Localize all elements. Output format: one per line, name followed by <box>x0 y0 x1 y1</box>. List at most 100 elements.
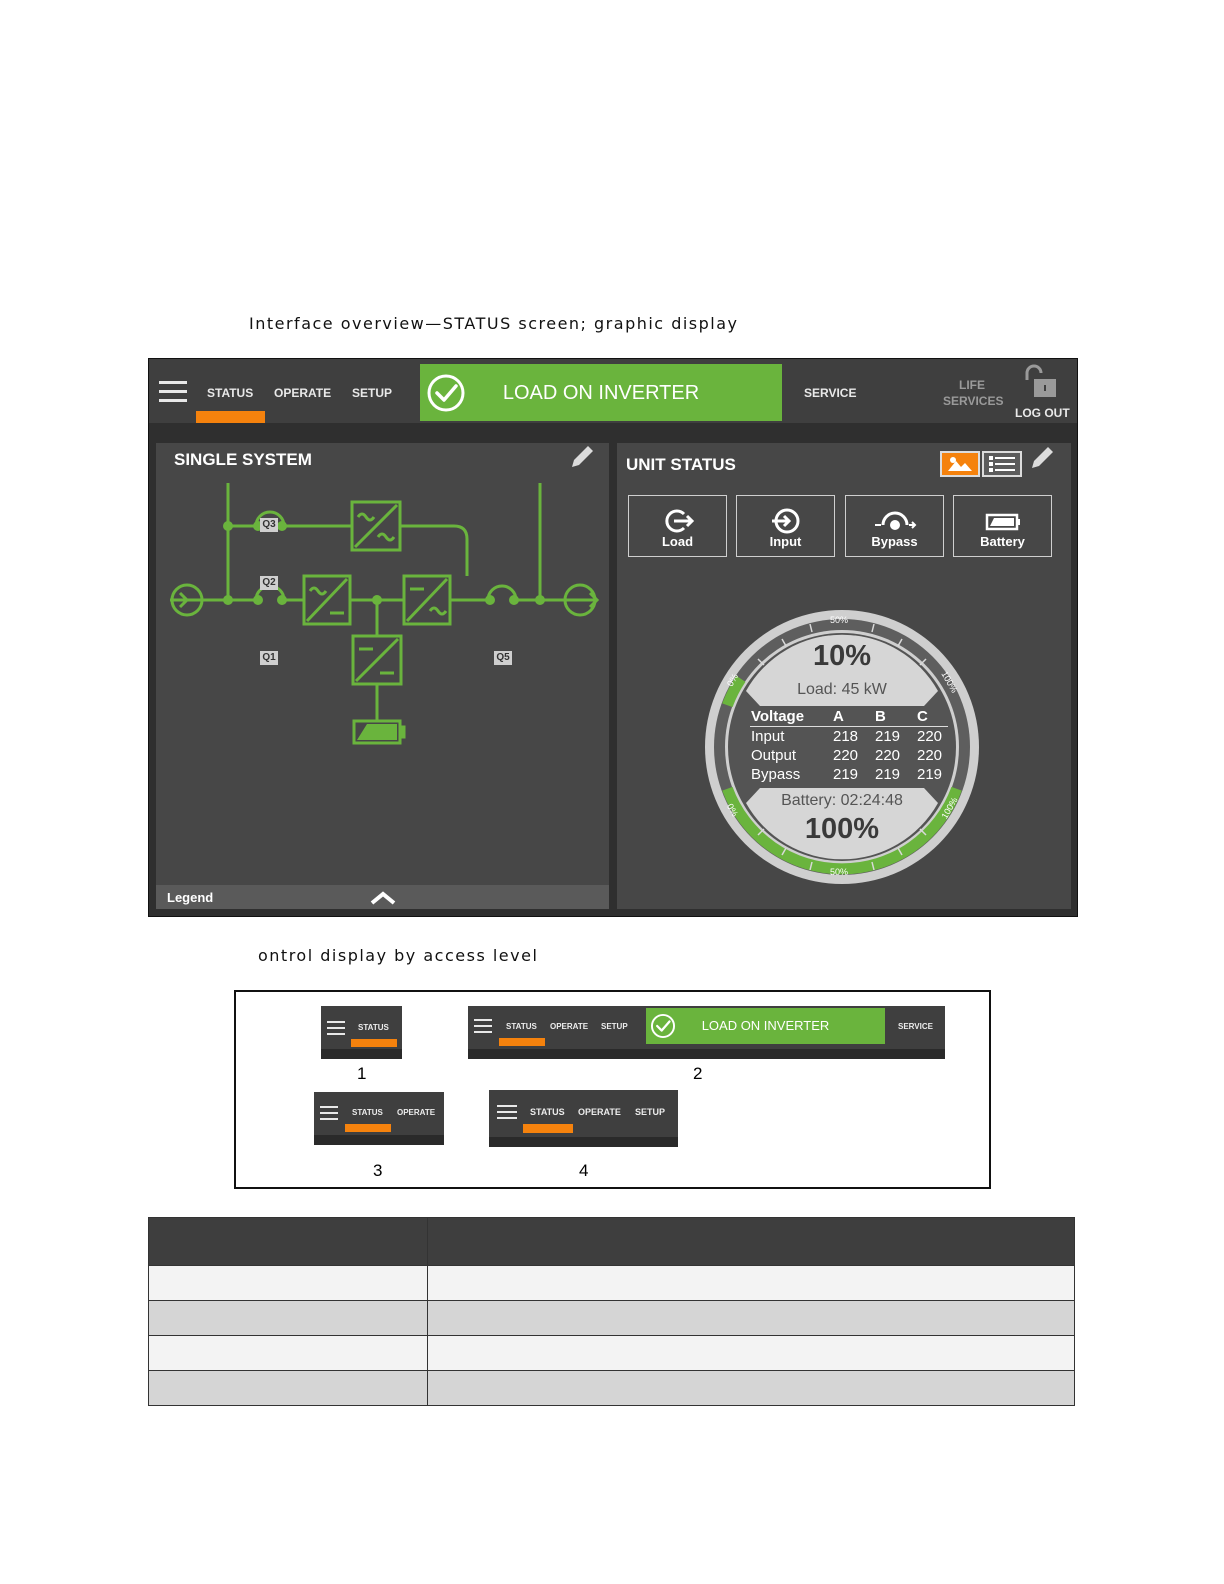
bar-bottom-strip <box>468 1049 945 1059</box>
life-services-line2[interactable]: SERVICES <box>943 394 1003 408</box>
access-level-number-2: 2 <box>693 1064 703 1083</box>
input-b-value: 219 <box>875 728 901 745</box>
access-level-number-1: 1 <box>357 1064 367 1083</box>
bar-bottom-strip <box>489 1137 678 1147</box>
active-tab-indicator <box>523 1124 573 1133</box>
active-tab-indicator <box>345 1124 391 1132</box>
tab-service[interactable]: SERVICE <box>804 386 856 400</box>
load-kw: Load: 45 kW <box>797 681 887 698</box>
hamburger-menu-icon[interactable] <box>320 1106 338 1120</box>
tab-status[interactable]: STATUS <box>506 1022 537 1031</box>
load-icon <box>664 509 694 533</box>
load-button[interactable]: Load <box>628 495 727 557</box>
unit-status-panel: UNIT STATUS Load Input Bypass Battery 50… <box>617 443 1071 909</box>
unit-status-pencil-icon[interactable] <box>1026 444 1056 474</box>
unit-status-title: UNIT STATUS <box>626 455 736 474</box>
access-level-1-bar: STATUS <box>321 1006 402 1059</box>
active-tab-indicator <box>351 1039 397 1047</box>
pencil-icon[interactable] <box>566 443 596 473</box>
figure-caption-access-level: ontrol display by access level <box>258 946 539 965</box>
table-row <box>148 1335 1075 1371</box>
hamburger-menu-icon[interactable] <box>327 1021 345 1035</box>
breaker-q2-label[interactable]: Q2 <box>260 576 278 590</box>
legend-bar[interactable]: Legend <box>156 885 609 909</box>
single-system-title: SINGLE SYSTEM <box>174 450 312 469</box>
access-level-4-bar: STATUS OPERATE SETUP <box>489 1090 678 1147</box>
tab-status[interactable]: STATUS <box>207 386 253 400</box>
tab-setup[interactable]: SETUP <box>635 1107 665 1117</box>
input-button-label: Input <box>769 534 802 549</box>
tab-operate[interactable]: OPERATE <box>397 1108 435 1117</box>
single-system-panel: SINGLE SYSTEM Q3 Q2 Q1 Q5 Legend <box>156 443 609 909</box>
table-row <box>148 1300 1075 1336</box>
access-level-3-bar: STATUS OPERATE <box>314 1092 444 1145</box>
hamburger-menu-icon[interactable] <box>497 1105 517 1119</box>
status-banner[interactable]: LOAD ON INVERTER <box>646 1008 885 1044</box>
breaker-q1-label[interactable]: Q1 <box>260 651 278 665</box>
table-row <box>148 1370 1075 1406</box>
status-banner-label: LOAD ON INVERTER <box>701 1018 830 1033</box>
bar-bottom-strip <box>314 1135 444 1145</box>
phase-c-header: C <box>916 707 948 727</box>
access-level-2-bar: STATUS OPERATE SETUP LOAD ON INVERTER SE… <box>468 1006 945 1059</box>
graphic-view-icon[interactable] <box>940 451 980 477</box>
output-row-label: Output <box>751 747 797 764</box>
active-tab-indicator <box>499 1038 545 1046</box>
bar-bottom-strip <box>321 1049 402 1059</box>
output-b-value: 220 <box>875 747 901 764</box>
tab-status[interactable]: STATUS <box>530 1107 565 1117</box>
list-view-icon[interactable] <box>982 451 1022 477</box>
status-banner-label: LOAD ON INVERTER <box>502 382 700 404</box>
breaker-q5-label[interactable]: Q5 <box>494 651 512 665</box>
battery-percent: 100% <box>804 813 880 845</box>
input-row-label: Input <box>751 728 785 745</box>
bypass-a-value: 219 <box>833 766 859 783</box>
bypass-button[interactable]: Bypass <box>845 495 944 557</box>
bypass-row-label: Bypass <box>751 766 801 783</box>
figure-caption-status-screen: Interface overview—STATUS screen; graphi… <box>249 314 739 333</box>
hamburger-menu-icon[interactable] <box>474 1019 492 1033</box>
output-c-value: 220 <box>917 747 943 764</box>
status-screen: STATUS OPERATE SETUP LOAD ON INVERTER SE… <box>148 358 1078 917</box>
tab-operate[interactable]: OPERATE <box>578 1107 621 1117</box>
hamburger-menu-icon[interactable] <box>159 381 187 403</box>
table-header-row <box>148 1217 1075 1266</box>
unlocked-padlock-icon[interactable] <box>1021 364 1061 400</box>
bypass-b-value: 219 <box>875 766 901 783</box>
output-a-value: 220 <box>833 747 859 764</box>
voltage-table: Voltage A B C Input 218 219 220 Output 2… <box>750 707 948 784</box>
access-level-number-4: 4 <box>579 1161 589 1180</box>
description-table <box>148 1217 1075 1406</box>
battery-icon <box>985 513 1020 531</box>
access-level-number-3: 3 <box>373 1161 383 1180</box>
tab-status[interactable]: STATUS <box>358 1023 389 1032</box>
logout-label[interactable]: LOG OUT <box>1015 406 1070 420</box>
battery-button[interactable]: Battery <box>953 495 1052 557</box>
scale-bottom-mid: 50% <box>830 867 849 877</box>
access-level-figure: STATUS STATUS OPERATE SETUP LOAD ON INVE… <box>234 990 991 1189</box>
tab-status[interactable]: STATUS <box>352 1108 383 1117</box>
battery-time: Battery: 02:24:48 <box>781 792 903 809</box>
breaker-q3-label[interactable]: Q3 <box>260 518 278 532</box>
chevron-up-icon[interactable] <box>370 891 396 905</box>
table-row <box>148 1265 1075 1301</box>
one-line-diagram <box>170 483 600 745</box>
load-percent: 10% <box>812 640 872 672</box>
tab-operate[interactable]: OPERATE <box>274 386 331 400</box>
input-a-value: 218 <box>833 728 859 745</box>
phase-b-header: B <box>874 707 916 727</box>
load-button-label: Load <box>661 534 694 549</box>
life-services-line1[interactable]: LIFE <box>959 378 985 392</box>
input-button[interactable]: Input <box>736 495 835 557</box>
tab-setup[interactable]: SETUP <box>601 1022 628 1031</box>
active-tab-indicator <box>196 411 265 423</box>
tab-service[interactable]: SERVICE <box>898 1022 933 1031</box>
bypass-button-label: Bypass <box>871 534 918 549</box>
battery-button-label: Battery <box>980 534 1025 549</box>
voltage-header: Voltage <box>750 707 832 727</box>
status-banner[interactable]: LOAD ON INVERTER <box>420 364 782 421</box>
phase-a-header: A <box>832 707 874 727</box>
tab-operate[interactable]: OPERATE <box>550 1022 588 1031</box>
tab-setup[interactable]: SETUP <box>352 386 392 400</box>
input-c-value: 220 <box>917 728 943 745</box>
